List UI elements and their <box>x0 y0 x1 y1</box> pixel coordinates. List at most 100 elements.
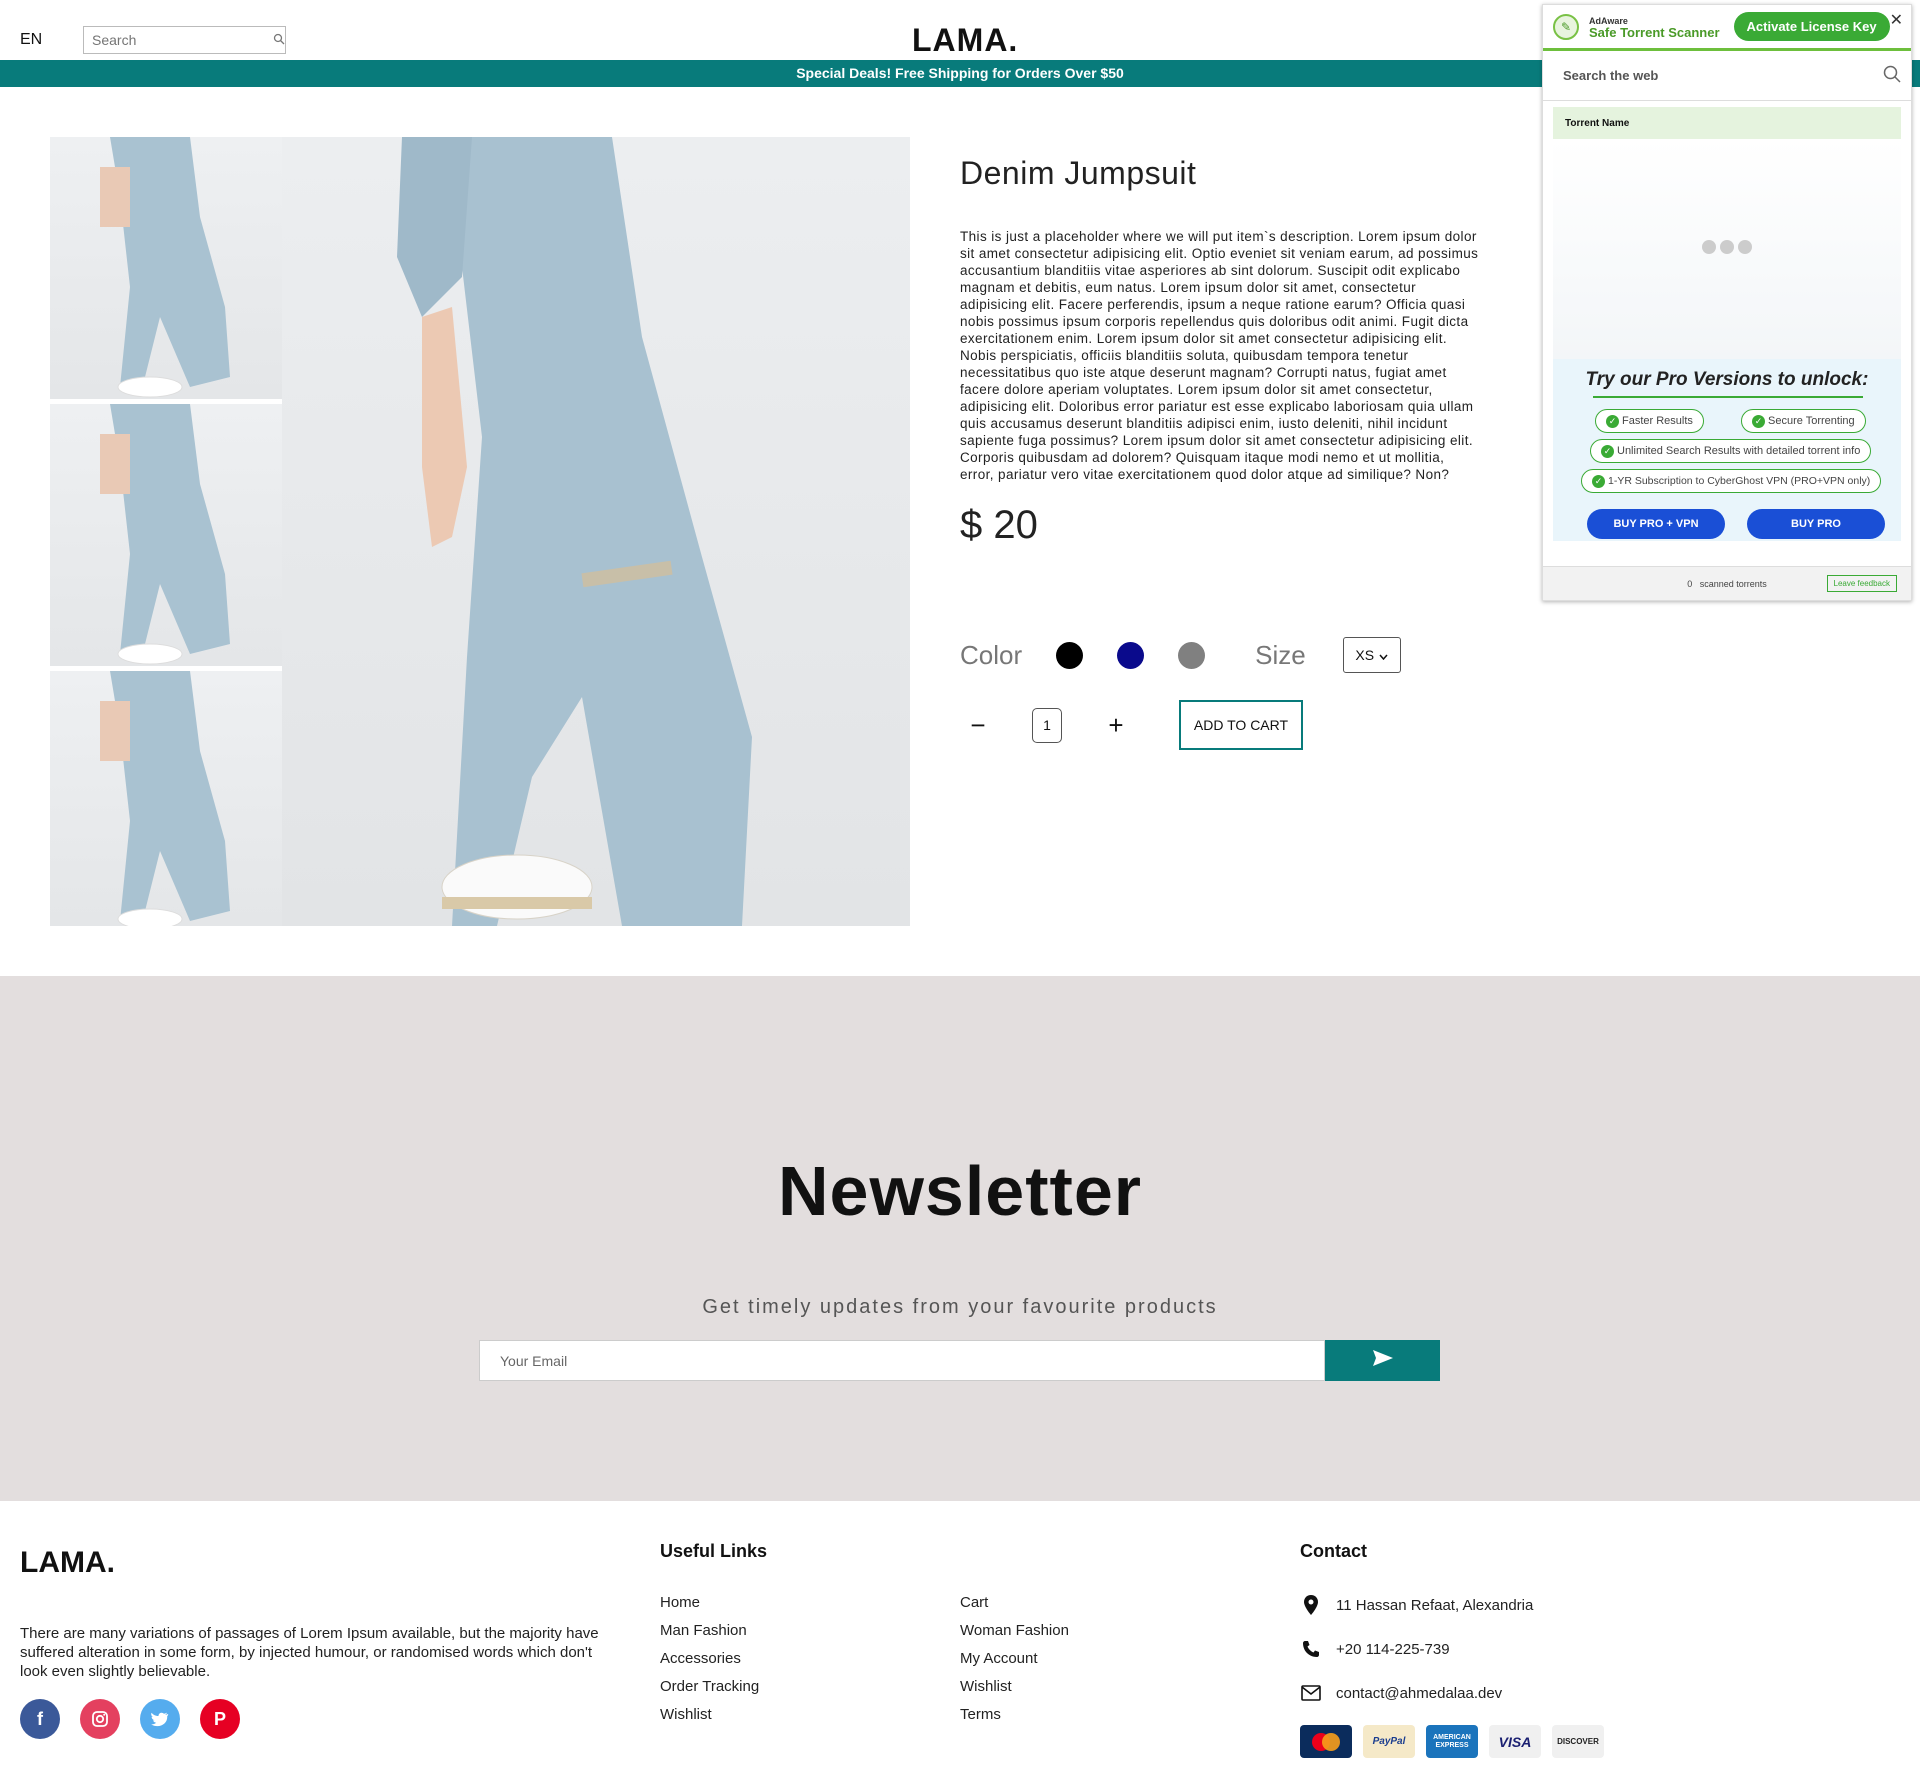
contact-phone-text: +20 114-225-739 <box>1336 1640 1450 1658</box>
leave-feedback-button[interactable]: Leave feedback <box>1826 575 1897 592</box>
product-thumbnail-1[interactable] <box>50 137 282 399</box>
footer-link-home[interactable]: Home <box>660 1594 759 1611</box>
adaware-header: ✎ AdAware Safe Torrent Scanner Activate … <box>1543 5 1911 51</box>
quantity-controls: − 1 + ADD TO CART <box>960 700 1303 750</box>
torrent-results-area <box>1553 139 1901 359</box>
product-main-image <box>282 137 910 926</box>
check-icon: ✓ <box>1606 414 1619 428</box>
contact-phone: +20 114-225-739 <box>1300 1638 1450 1660</box>
mail-icon <box>1300 1682 1322 1704</box>
newsletter-email-input[interactable]: Your Email <box>479 1340 1325 1381</box>
adaware-popup: ✎ AdAware Safe Torrent Scanner Activate … <box>1542 4 1912 601</box>
discover-icon: DISCOVER <box>1552 1725 1604 1758</box>
send-icon <box>1372 1349 1394 1373</box>
promo-title: Try our Pro Versions to unlock: <box>1585 369 1869 390</box>
color-swatch-black[interactable] <box>1056 641 1084 669</box>
useful-links-title: Useful Links <box>660 1541 768 1561</box>
footer-link-wishlist-2[interactable]: Wishlist <box>960 1678 1069 1695</box>
scanned-label: scanned torrents <box>1699 578 1767 589</box>
newsletter-subtitle: Get timely updates from your favourite p… <box>702 1296 1218 1318</box>
adaware-search-placeholder: Search the web <box>1563 68 1659 83</box>
adaware-search-input[interactable]: Search the web <box>1543 51 1911 101</box>
adaware-footer: 0 scanned torrents Leave feedback <box>1543 566 1911 600</box>
product-title: Denim Jumpsuit <box>960 155 1197 191</box>
search-icon[interactable] <box>273 33 285 47</box>
buy-pro-button[interactable]: BUY PRO <box>1747 509 1885 539</box>
product-gallery <box>50 137 910 926</box>
paypal-icon: PayPal <box>1363 1725 1415 1758</box>
adaware-brand-name: Safe Torrent Scanner <box>1589 24 1720 40</box>
chevron-down-icon <box>1379 647 1388 663</box>
product-info: Denim Jumpsuit This is just a placeholde… <box>960 155 1480 750</box>
feature-pill: ✓ Faster Results <box>1595 409 1704 433</box>
promo-underline <box>1593 396 1863 398</box>
twitter-icon[interactable] <box>140 1699 180 1739</box>
decrease-quantity-button[interactable]: − <box>960 707 996 743</box>
amex-icon: AMERICAN EXPRESS <box>1426 1725 1478 1758</box>
site-logo[interactable]: LAMA. <box>912 22 1018 59</box>
newsletter-form: Your Email <box>479 1340 1440 1381</box>
feature-pill: ✓ Unlimited Search Results with detailed … <box>1590 439 1872 463</box>
size-select-value: XS <box>1355 647 1375 663</box>
size-select[interactable]: XS <box>1342 637 1401 673</box>
product-options: Color Size XS <box>960 635 1480 675</box>
activate-license-button[interactable]: Activate License Key <box>1733 12 1890 41</box>
close-icon[interactable]: ✕ <box>1890 10 1903 30</box>
facebook-icon[interactable]: f <box>20 1699 60 1739</box>
product-thumbnail-2[interactable] <box>50 404 282 666</box>
product-price: $ 20 <box>960 503 1038 547</box>
feature-pill: ✓ Secure Torrenting <box>1741 409 1866 433</box>
footer-link-wishlist[interactable]: Wishlist <box>660 1706 759 1723</box>
size-label: Size <box>1255 639 1306 670</box>
search-bar[interactable] <box>83 26 286 54</box>
contact-address-text: 11 Hassan Refaat, Alexandria <box>1336 1596 1534 1614</box>
mastercard-icon <box>1300 1725 1352 1758</box>
footer-link-cart[interactable]: Cart <box>960 1594 1069 1611</box>
footer-about-text: There are many variations of passages of… <box>20 1625 599 1680</box>
page: EN LAMA. Special Deals! Free Shipping fo… <box>0 0 1920 1782</box>
quantity-value[interactable]: 1 <box>1032 707 1062 743</box>
useful-links-column-1: Home Man Fashion Accessories Order Track… <box>660 1594 759 1723</box>
newsletter-send-button[interactable] <box>1325 1340 1440 1381</box>
feature-pill: ✓ 1-YR Subscription to CyberGhost VPN (PR… <box>1581 469 1882 493</box>
pinterest-icon[interactable]: P <box>200 1699 240 1739</box>
instagram-icon[interactable] <box>80 1699 120 1739</box>
social-links: f P <box>20 1699 240 1739</box>
scanned-count: 0 <box>1687 578 1693 589</box>
check-icon: ✓ <box>1592 474 1605 488</box>
visa-icon: VISA <box>1489 1725 1541 1758</box>
newsletter-title: Newsletter <box>777 1152 1143 1230</box>
footer-logo[interactable]: LAMA. <box>20 1546 115 1580</box>
payment-methods: PayPal AMERICAN EXPRESS VISA DISCOVER <box>1300 1725 1604 1758</box>
newsletter-section: Newsletter Get timely updates from your … <box>0 976 1920 1501</box>
phone-icon <box>1300 1638 1322 1660</box>
footer-link-terms[interactable]: Terms <box>960 1706 1069 1723</box>
contact-address: 11 Hassan Refaat, Alexandria <box>1300 1594 1533 1616</box>
color-swatch-blue[interactable] <box>1117 641 1145 669</box>
torrent-table-header: Torrent Name <box>1553 107 1901 139</box>
product-thumbnail-3[interactable] <box>50 671 282 926</box>
buy-pro-vpn-button[interactable]: BUY PRO + VPN <box>1587 509 1725 539</box>
product-description: This is just a placeholder where we will… <box>960 229 1479 482</box>
footer-link-order-tracking[interactable]: Order Tracking <box>660 1678 759 1695</box>
loading-dots-icon <box>1700 239 1754 259</box>
check-icon: ✓ <box>1752 414 1765 428</box>
increase-quantity-button[interactable]: + <box>1098 707 1134 743</box>
useful-links-column-2: Cart Woman Fashion My Account Wishlist T… <box>960 1594 1069 1723</box>
search-input[interactable] <box>92 32 273 48</box>
footer-link-my-account[interactable]: My Account <box>960 1650 1069 1667</box>
site-footer: LAMA. There are many variations of passa… <box>0 1501 1920 1782</box>
contact-title: Contact <box>1300 1541 1367 1561</box>
footer-link-man-fashion[interactable]: Man Fashion <box>660 1622 759 1639</box>
contact-email-text[interactable]: contact@ahmedalaa.dev <box>1336 1685 1502 1702</box>
feature-label: Secure Torrenting <box>1768 415 1855 427</box>
add-to-cart-button[interactable]: ADD TO CART <box>1179 700 1303 750</box>
footer-link-woman-fashion[interactable]: Woman Fashion <box>960 1622 1069 1639</box>
color-label: Color <box>960 639 1023 670</box>
adaware-logo-icon: ✎ <box>1553 13 1579 40</box>
footer-link-accessories[interactable]: Accessories <box>660 1650 759 1667</box>
search-icon[interactable] <box>1883 65 1901 86</box>
color-swatch-gray[interactable] <box>1178 641 1206 669</box>
adaware-brand: AdAware Safe Torrent Scanner <box>1589 15 1720 39</box>
language-selector[interactable]: EN <box>20 31 42 49</box>
